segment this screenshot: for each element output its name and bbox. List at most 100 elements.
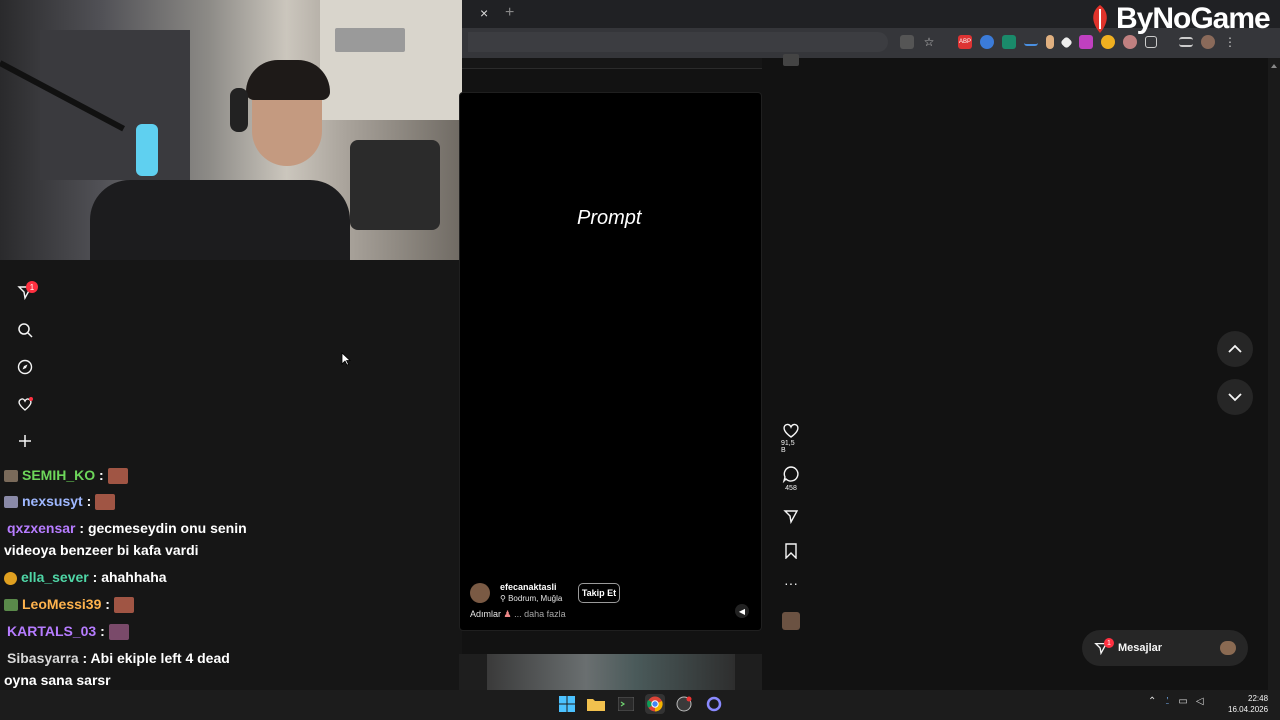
more-options-button[interactable]: ··· xyxy=(781,575,801,591)
extension-icon[interactable] xyxy=(1079,35,1093,49)
chat-text: gecmeseydin onu senin xyxy=(87,520,247,536)
extension-icon[interactable] xyxy=(1060,35,1073,49)
audio-thumbnail[interactable] xyxy=(782,612,800,630)
like-button[interactable]: 91,5 B xyxy=(781,422,801,454)
share-button[interactable] xyxy=(781,508,801,524)
headphones xyxy=(230,88,248,132)
chevron-up-icon[interactable]: ⌃ xyxy=(1148,696,1156,707)
chat-message-continued: videoya benzeer bi kafa vardi xyxy=(4,539,199,561)
chat-text: videoya benzeer bi kafa vardi xyxy=(4,542,199,558)
abp-extension-icon[interactable]: ABP xyxy=(958,35,972,49)
app-button[interactable] xyxy=(704,694,724,714)
network-icon[interactable]: ▭ xyxy=(1178,696,1187,707)
system-tray: ⌃ ⍘ ▭ ◁ xyxy=(1148,696,1204,707)
mute-button[interactable]: ◀ xyxy=(735,604,749,618)
nav-create[interactable] xyxy=(15,431,35,451)
cabinet xyxy=(320,0,462,120)
file-explorer-button[interactable] xyxy=(586,694,606,714)
brand-name: ByNoGame xyxy=(1116,2,1271,35)
emote-icon xyxy=(108,624,129,641)
chat-message: SEMIH_KO : xyxy=(4,464,128,486)
comment-button[interactable]: 458 xyxy=(781,465,801,492)
extensions-puzzle-icon[interactable] xyxy=(1145,36,1157,48)
previous-reel[interactable] xyxy=(462,58,762,69)
new-tab-icon[interactable]: + xyxy=(505,4,514,22)
save-button[interactable] xyxy=(781,543,801,559)
previous-reel-audio-icon[interactable] xyxy=(783,54,799,66)
chrome-button[interactable] xyxy=(645,694,665,714)
scroll-up-arrow-icon[interactable] xyxy=(1271,62,1277,74)
extension-icon[interactable] xyxy=(1024,38,1038,46)
caption-more-link[interactable]: ... daha fazla xyxy=(514,609,566,619)
extension-icon[interactable] xyxy=(1123,35,1137,49)
profile-avatar[interactable] xyxy=(1201,35,1215,49)
author-location[interactable]: ⚲ Bodrum, Muğla xyxy=(500,594,562,603)
author-avatar[interactable] xyxy=(470,583,490,603)
emote-icon xyxy=(113,597,134,614)
chat-badge-icon xyxy=(4,470,18,483)
location-text: Bodrum, Muğla xyxy=(508,594,563,603)
bookmark-icon xyxy=(785,543,797,559)
nav-activity[interactable] xyxy=(15,394,35,414)
chevron-down-icon xyxy=(1228,393,1242,402)
extension-icon[interactable] xyxy=(1002,35,1016,49)
reel-overlay-text: Prompt xyxy=(577,207,642,229)
chevron-up-icon xyxy=(1228,344,1242,353)
clock-time: 22:48 xyxy=(1248,694,1269,703)
next-reel-thumbnail xyxy=(487,654,735,690)
chat-message: KARTALS_03 : xyxy=(4,620,129,642)
extension-icon[interactable] xyxy=(980,35,994,49)
microphone-icon[interactable]: ⍘ xyxy=(1164,696,1170,707)
like-count: 91,5 B xyxy=(781,440,795,454)
chat-message: Sibasyarra : Abi ekiple left 4 dead xyxy=(7,650,230,666)
follow-button[interactable]: Takip Et xyxy=(578,583,620,603)
speaker-icon: ◀ xyxy=(738,606,746,616)
nav-search[interactable] xyxy=(15,320,35,340)
compass-icon xyxy=(17,359,33,375)
bookmark-star-icon[interactable]: ☆ xyxy=(922,35,936,49)
chat-username: LeoMessi39 xyxy=(22,596,102,612)
previous-reel-button[interactable] xyxy=(1217,331,1253,367)
omnibox[interactable] xyxy=(468,32,888,52)
comment-icon xyxy=(782,466,799,483)
tab-close-icon[interactable]: × xyxy=(480,5,488,21)
chat-username: nexsusyt xyxy=(22,493,83,509)
chat-badge-icon xyxy=(4,496,18,509)
install-icon[interactable] xyxy=(900,35,914,49)
chat-username: Sibasyarra xyxy=(7,650,79,666)
reading-list-icon[interactable] xyxy=(1179,37,1193,47)
reel-video[interactable] xyxy=(459,92,762,631)
volume-icon[interactable]: ◁ xyxy=(1196,696,1204,707)
reel-caption: Adımlar ♟ ... daha fazla xyxy=(470,609,566,620)
author-username[interactable]: efecanaktasli xyxy=(500,582,557,592)
chat-username: ella_sever xyxy=(21,569,89,585)
chat-badge-icon xyxy=(4,599,18,612)
obs-button[interactable] xyxy=(674,694,694,714)
chat-message: nexsusyt : xyxy=(4,490,116,512)
comment-count: 458 xyxy=(785,485,797,492)
next-reel-button[interactable] xyxy=(1217,379,1253,415)
taskbar-clock[interactable]: 22:48 16.04.2026 xyxy=(1228,693,1268,715)
send-icon xyxy=(783,510,799,524)
chrome-icon xyxy=(647,696,663,712)
messages-badge: 1 xyxy=(1104,638,1114,648)
more-icon: ··· xyxy=(784,575,798,591)
extension-icon[interactable] xyxy=(1101,35,1115,49)
chat-text: ahahhaha xyxy=(101,569,167,585)
nav-explore[interactable] xyxy=(15,357,35,377)
start-button[interactable] xyxy=(557,694,577,714)
extension-icon[interactable] xyxy=(1046,35,1054,49)
circle-app-icon xyxy=(706,696,722,712)
terminal-icon xyxy=(618,697,634,711)
caption-text: Adımlar xyxy=(470,609,502,619)
browser-menu-icon[interactable]: ⋮ xyxy=(1223,35,1237,49)
emote-icon xyxy=(95,494,116,511)
terminal-button[interactable] xyxy=(616,694,636,714)
messages-avatars xyxy=(1220,641,1236,655)
page-scrollbar[interactable] xyxy=(1268,58,1280,690)
obs-icon xyxy=(676,696,692,712)
caption-emoji-icon: ♟ xyxy=(503,609,512,619)
chat-message: qxzxensar : gecmeseydin onu senin xyxy=(7,520,247,536)
webcam-overlay xyxy=(0,0,462,260)
chat-message: ella_sever : ahahhaha xyxy=(4,566,167,588)
